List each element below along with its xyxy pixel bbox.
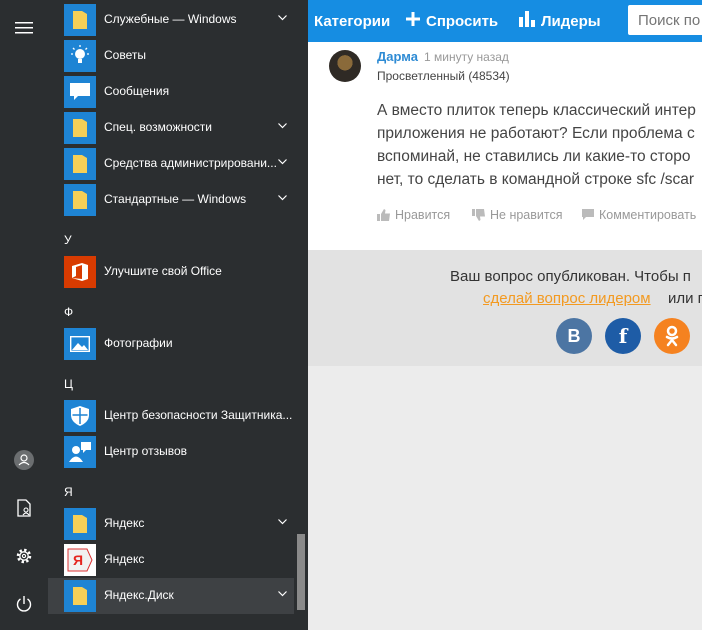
app-label: Спец. возможности	[104, 120, 212, 134]
answer-author[interactable]: Дарма	[377, 49, 418, 64]
chevron-down-icon[interactable]	[278, 195, 287, 201]
section-letter-f[interactable]: Ф	[64, 305, 73, 319]
settings-button[interactable]	[0, 532, 48, 580]
app-item-windows-accessories-tools[interactable]: Служебные — Windows	[64, 4, 294, 36]
lightbulb-icon	[64, 40, 96, 72]
app-item-messaging[interactable]: Сообщения	[64, 76, 294, 108]
yandex-browser-icon: Я	[64, 544, 96, 576]
app-label: Центр безопасности Защитника...	[104, 408, 293, 422]
app-label: Яндекс	[104, 516, 145, 530]
app-item-accessibility[interactable]: Спец. возможности	[64, 112, 294, 144]
app-item-feedback-hub[interactable]: Центр отзывов	[64, 436, 294, 468]
answer-author-rank: Просветленный (48534)	[377, 69, 510, 83]
search-input[interactable]	[628, 5, 702, 35]
app-label: Фотографии	[104, 336, 173, 350]
nav-ask-label: Спросить	[426, 12, 499, 30]
comment-label: Комментировать	[599, 208, 697, 222]
svg-text:Я: Я	[73, 552, 83, 568]
gear-icon	[16, 548, 32, 564]
power-button[interactable]	[0, 580, 48, 628]
app-label: Служебные — Windows	[104, 12, 237, 26]
thumb-down-icon	[472, 209, 485, 221]
avatar[interactable]	[329, 50, 361, 82]
app-item-yandex-folder[interactable]: Яндекс	[64, 508, 294, 540]
answer-text-line: А вместо плиток теперь классический инте…	[377, 102, 696, 119]
folder-icon	[64, 112, 96, 144]
nav-leaders-link[interactable]: Лидеры	[519, 0, 601, 42]
like-label: Нравится	[395, 208, 451, 222]
shield-icon	[64, 400, 96, 432]
app-label: Советы	[104, 48, 146, 62]
section-letter-ya[interactable]: Я	[64, 485, 73, 499]
app-label: Центр отзывов	[104, 444, 188, 458]
answer-text-line: нет, то сделать в командной строке sfc /…	[377, 171, 695, 188]
app-label: Яндекс.Диск	[104, 588, 174, 602]
user-account-button[interactable]	[0, 436, 48, 484]
app-label: Сообщения	[104, 84, 170, 98]
nav-leaders-label: Лидеры	[541, 12, 601, 30]
plus-icon	[406, 12, 420, 30]
section-letter-u[interactable]: У	[64, 233, 72, 247]
comment-icon	[582, 209, 594, 220]
dislike-button[interactable]: Не нравится	[472, 208, 563, 222]
chevron-down-icon[interactable]	[278, 15, 287, 21]
document-icon	[17, 499, 31, 517]
app-item-yandex-browser[interactable]: Я Яндекс	[64, 544, 294, 576]
make-leader-link[interactable]: сделай вопрос лидером	[483, 290, 651, 307]
app-item-yandex-disk[interactable]: Яндекс.Диск	[64, 580, 294, 612]
app-label: Стандартные — Windows	[104, 192, 247, 206]
app-label: Средства администрировани...	[104, 156, 277, 170]
photos-icon	[64, 328, 96, 360]
app-item-defender-security-center[interactable]: Центр безопасности Защитника...	[64, 400, 294, 432]
hamburger-icon	[15, 22, 33, 34]
app-label: Яндекс	[104, 552, 145, 566]
app-item-get-office[interactable]: Улучшите свой Office	[64, 256, 294, 288]
folder-icon	[64, 580, 96, 612]
published-text: Ваш вопрос опубликован. Чтобы п	[450, 268, 691, 285]
folder-icon	[64, 508, 96, 540]
nav-categories-label: Категории	[314, 12, 391, 30]
app-item-tips[interactable]: Советы	[64, 40, 294, 72]
message-icon	[64, 76, 96, 108]
facebook-icon: f	[618, 324, 628, 348]
section-letter-ts[interactable]: Ц	[64, 377, 73, 391]
comment-button[interactable]: Комментировать	[582, 208, 696, 222]
chevron-down-icon[interactable]	[278, 519, 287, 525]
office-icon	[64, 256, 96, 288]
answer-time: 1 минуту назад	[424, 50, 509, 64]
answer-text-line: вспоминай, не ставились ли какие-то стор…	[377, 148, 691, 165]
power-icon	[16, 596, 32, 612]
folder-icon	[64, 4, 96, 36]
expand-menu-button[interactable]	[0, 4, 48, 52]
answer-text-line: приложения не работают? Если проблема с	[377, 125, 695, 142]
odnoklassniki-share-button[interactable]	[654, 318, 690, 354]
vk-share-button[interactable]: В	[556, 318, 592, 354]
facebook-share-button[interactable]: f	[605, 318, 641, 354]
vk-icon: В	[567, 325, 581, 346]
app-item-windows-accessories[interactable]: Стандартные — Windows	[64, 184, 294, 216]
folder-icon	[64, 148, 96, 180]
bar-chart-icon	[519, 11, 535, 31]
documents-button[interactable]	[0, 484, 48, 532]
dislike-label: Не нравится	[490, 208, 563, 222]
published-or-text: или п	[668, 290, 702, 307]
odnoklassniki-icon	[665, 325, 679, 347]
app-item-admin-tools[interactable]: Средства администрировани...	[64, 148, 294, 180]
scrollbar-thumb[interactable]	[297, 534, 305, 610]
folder-icon	[64, 184, 96, 216]
chevron-down-icon[interactable]	[278, 123, 287, 129]
app-label: Улучшите свой Office	[104, 264, 222, 278]
nav-ask-link[interactable]: Спросить	[406, 0, 498, 42]
feedback-icon	[64, 436, 96, 468]
app-item-photos[interactable]: Фотографии	[64, 328, 294, 360]
thumb-up-icon	[377, 209, 390, 221]
nav-categories-link[interactable]: Категории	[298, 0, 390, 42]
like-button[interactable]: Нравится	[377, 208, 450, 222]
chevron-down-icon[interactable]	[278, 591, 287, 597]
user-avatar-icon	[14, 450, 34, 470]
chevron-down-icon[interactable]	[278, 159, 287, 165]
